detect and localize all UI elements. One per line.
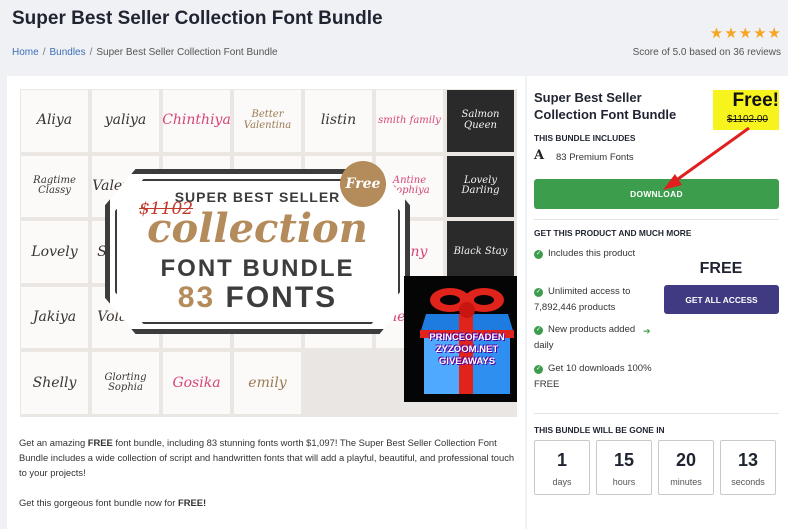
rating-stars: ★ ★ ★ ★ ★ [710,26,781,41]
star-icon: ★ [738,25,753,42]
purchase-sidebar: Super Best Seller Collection Font Bundle… [527,76,788,529]
countdown-seconds: 13 seconds [720,440,776,495]
badge-83-fonts: 83 FONTS [105,281,410,315]
giveaway-line: ZYZOOM.NET [435,344,499,355]
breadcrumb-current: Super Best Seller Collection Font Bundle [96,47,278,58]
font-letter-icon: A [534,148,545,163]
font-sample-tile: Shelly [20,351,89,415]
font-sample-tile: smith family [375,89,444,153]
countdown-timer: 1 days 15 hours 20 minutes 13 seconds [534,440,776,495]
download-button[interactable]: DOWNLOAD [534,179,779,209]
font-sample-tile: Aliya [20,89,89,153]
gift-giveaway-overlay: PRINCEOFADEN ZYZOOM.NET GIVEAWAYS [404,276,517,402]
font-sample-tile: Lovely [20,220,89,284]
breadcrumb-separator: / [89,47,93,58]
breadcrumb-home-link[interactable]: Home [12,47,39,58]
font-sample-tile: Lovely Darling [446,154,515,219]
font-sample-tile: Black Stay [446,220,515,284]
giveaway-line: PRINCEOFADEN [429,332,505,343]
countdown-heading: THIS BUNDLE WILL BE GONE IN [534,425,665,435]
font-sample-tile: emily [233,351,302,415]
font-sample-tile: Better Valentina [233,89,302,153]
review-score[interactable]: Score of 5.0 based on 36 reviews [633,47,781,58]
get-all-access-button[interactable]: GET ALL ACCESS [664,285,779,314]
star-icon: ★ [724,25,738,42]
benefit-item: ✓ Unlimited access to 7,892,446 products [534,286,631,313]
old-price: $1102.00 [727,114,768,125]
font-sample-tile: Ragtime Classy [20,154,89,219]
divider [534,219,779,220]
check-icon: ✓ [534,365,543,374]
giveaway-text: PRINCEOFADEN ZYZOOM.NET GIVEAWAYS [404,332,517,368]
more-heading: GET THIS PRODUCT AND MUCH MORE [534,228,692,238]
star-icon: ★ [753,25,767,42]
font-sample-tile: Chinthiya [162,89,231,153]
giveaway-line: GIVEAWAYS [438,356,496,367]
badge-number: 83 [177,281,216,314]
sidebar-product-title: Super Best Seller Collection Font Bundle [534,90,677,122]
badge-fonts-word: FONTS [225,281,338,314]
benefit-item: ✓ Get 10 downloads 100% FREE [534,363,652,390]
font-sample-tile: Glorting Sophia [91,351,160,415]
countdown-days: 1 days [534,440,590,495]
breadcrumb-bundles-link[interactable]: Bundles [49,47,85,58]
bundle-includes-heading: THIS BUNDLE INCLUDES [534,133,636,143]
description-paragraph: Get an amazing FREE font bundle, includi… [19,437,515,478]
check-icon: ✓ [534,250,543,259]
font-sample-tile: Salmon Queen [446,89,515,153]
breadcrumb-separator: / [42,47,46,58]
check-icon: ✓ [534,326,543,335]
star-icon: ★ [767,25,781,42]
font-sample-tile: Jakiya [20,285,89,350]
font-count: 83 Premium Fonts [556,152,634,163]
all-access-price: FREE [699,260,743,277]
benefit-item: ✓ Includes this product [534,248,636,259]
star-icon: ★ [709,25,724,42]
check-icon: ✓ [534,288,543,297]
product-description: Get an amazing FREE font bundle, includi… [19,435,519,525]
font-sample-tile: Gosika [162,351,231,415]
product-main-card: Aliya yaliya Chinthiya Better Valentina list… [7,76,525,529]
badge-font-bundle: FONT BUNDLE [160,255,355,282]
badge-script-word: collection [147,205,368,252]
price-free: Free! [732,90,779,111]
free-seal-badge: Free [340,161,386,207]
breadcrumb: Home / Bundles / Super Best Seller Collectio… [12,47,278,58]
divider [534,413,779,414]
font-sample-tile: yaliya [91,89,160,153]
countdown-hours: 15 hours [596,440,652,495]
font-sample-tile: listin [304,89,373,153]
page-title: Super Best Seller Collection Font Bundle [12,8,383,29]
small-arrow-icon: ➔ [643,326,651,336]
benefit-item: ✓ New products added daily [534,324,636,351]
product-hero-image[interactable]: Aliya yaliya Chinthiya Better Valentina list… [20,89,517,417]
countdown-minutes: 20 minutes [658,440,714,495]
description-paragraph: Get this gorgeous font bundle now for FR… [19,497,207,508]
